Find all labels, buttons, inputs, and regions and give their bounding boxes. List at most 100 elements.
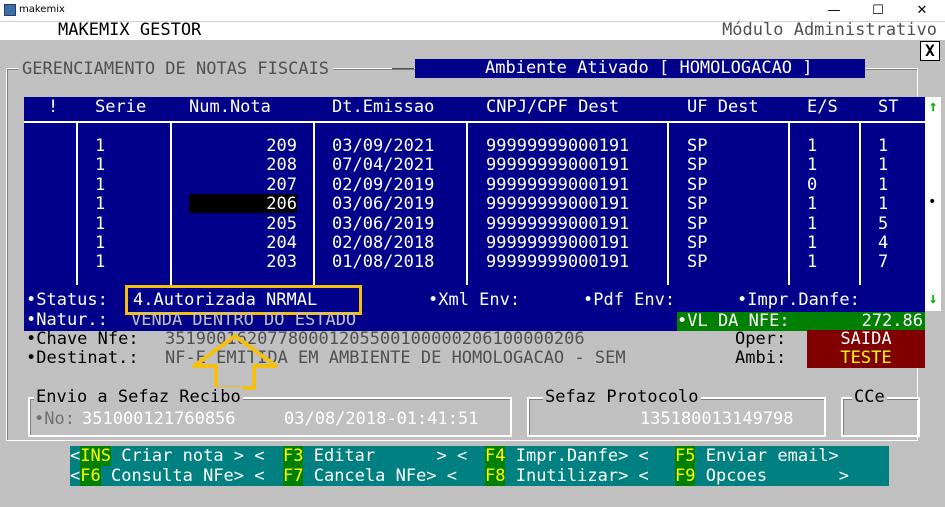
menu-item-f5[interactable]: F5 Enviar email> xyxy=(675,446,839,466)
cell-uf: SP xyxy=(687,174,708,195)
cell-num: 203 xyxy=(266,252,297,273)
cell-serie: 1 xyxy=(95,194,106,215)
natur-value: VENDA DENTRO DO ESTADO xyxy=(131,310,357,330)
envio-no-value[interactable]: 351000121760856 xyxy=(82,409,236,429)
chave-label: •Chave Nfe: xyxy=(26,329,139,349)
menu-item-label: Enviar email> xyxy=(695,446,839,466)
cell-st: 1 xyxy=(878,155,889,176)
table-scrollbar[interactable]: ↑ • ↓ xyxy=(925,97,941,311)
cell-st: 1 xyxy=(878,194,889,215)
menu-item-f9[interactable]: F9 Opcoes > xyxy=(675,466,849,486)
menu-item-f6[interactable]: <F6 Consulta NFe> < xyxy=(70,466,265,486)
function-key: F5 xyxy=(675,446,696,466)
section-title: GERENCIAMENTO DE NOTAS FISCAIS xyxy=(18,59,334,79)
destinat-label: •Destinat.: xyxy=(26,348,139,368)
cell-num: 208 xyxy=(266,155,297,176)
function-key: F3 xyxy=(283,446,304,466)
cce-title: CCe xyxy=(852,387,887,407)
col-header-dt-emissao[interactable]: Dt.Emissao xyxy=(332,97,434,117)
function-key: F7 xyxy=(283,466,304,486)
col-divider xyxy=(170,121,172,285)
cell-num: 209 xyxy=(266,136,297,156)
menu-bracket: < xyxy=(70,446,81,466)
cell-uf: SP xyxy=(687,194,708,215)
cell-dt: 03/06/2019 xyxy=(332,213,435,234)
function-key: F9 xyxy=(675,466,696,486)
cell-serie: 1 xyxy=(95,174,106,195)
col-header-st[interactable]: ST xyxy=(878,97,898,117)
cell-cnpj: 99999999000191 xyxy=(486,252,630,273)
cell-num: 205 xyxy=(266,213,297,234)
col-header-serie[interactable]: Serie xyxy=(95,97,146,117)
menu-item-label: Cancela NFe> < xyxy=(303,466,458,486)
window-title: makemix xyxy=(19,4,65,15)
natur-label: •Natur.: xyxy=(26,310,108,330)
envio-datetime: 03/08/2018-01:41:51 xyxy=(284,409,479,429)
cell-num: 206 xyxy=(266,194,297,215)
scroll-up-icon[interactable]: ↑ xyxy=(925,97,941,115)
cell-serie: 1 xyxy=(95,233,106,253)
annotation-arrow-icon xyxy=(192,334,278,390)
col-divider xyxy=(788,121,790,285)
cell-dt: 01/08/2018 xyxy=(332,252,435,273)
ambi-label: Ambi: xyxy=(735,348,787,368)
cell-cnpj: 99999999000191 xyxy=(486,174,630,195)
menu-item-label: Impr.Danfe> < xyxy=(505,446,649,466)
cell-uf: SP xyxy=(687,213,708,234)
envio-sefaz-title: Envio a Sefaz Recibo xyxy=(34,387,243,407)
window-close-button[interactable]: ✕ xyxy=(900,0,944,22)
col-header-num-nota[interactable]: Num.Nota xyxy=(189,97,271,117)
cell-dt: 02/09/2019 xyxy=(332,174,435,195)
col-header-es[interactable]: E/S xyxy=(807,97,838,117)
menu-item-label: Consulta NFe> < xyxy=(100,466,265,486)
cell-uf: SP xyxy=(687,233,708,253)
function-key: INS xyxy=(80,446,111,466)
menu-item-label: Criar nota > < xyxy=(110,446,265,466)
impr-danfe-label: •Impr.Danfe: xyxy=(737,290,860,310)
window-titlebar: makemix — ☐ ✕ xyxy=(0,0,945,22)
cell-es: 1 xyxy=(807,252,818,273)
menu-bracket: < xyxy=(70,466,81,486)
cell-cnpj: 99999999000191 xyxy=(486,136,630,156)
col-header-flag: ! xyxy=(48,97,59,117)
close-screen-button[interactable]: X xyxy=(920,41,940,61)
xml-env-label: •Xml Env: xyxy=(428,290,521,310)
cell-dt: 03/09/2021 xyxy=(332,136,435,156)
app-icon xyxy=(4,4,16,16)
menu-item-f8[interactable]: F8 Inutilizar> < xyxy=(485,466,649,486)
col-header-uf-dest[interactable]: UF Dest xyxy=(687,97,759,117)
col-header-cnpj[interactable]: CNPJ/CPF Dest xyxy=(486,97,619,117)
status-value: 4.Autorizada NRMAL xyxy=(133,290,318,310)
col-divider xyxy=(313,121,315,285)
col-divider xyxy=(859,121,861,285)
module-name: Módulo Administrativo xyxy=(722,20,937,40)
maximize-button[interactable]: ☐ xyxy=(856,0,900,22)
cell-es: 1 xyxy=(807,213,818,234)
scroll-thumb[interactable]: • xyxy=(928,195,938,209)
menu-item-f3[interactable]: F3 Editar > < xyxy=(283,446,467,466)
cell-st: 1 xyxy=(878,136,889,156)
cell-st: 7 xyxy=(878,252,889,273)
scroll-down-icon[interactable]: ↓ xyxy=(925,289,941,307)
cell-st: 5 xyxy=(878,213,889,234)
environment-banner: Ambiente Ativado [ HOMOLOGACAO ] xyxy=(415,59,865,78)
notes-table[interactable]: ! Serie Num.Nota Dt.Emissao CNPJ/CPF Des… xyxy=(24,97,925,285)
cell-uf: SP xyxy=(687,252,708,273)
cell-uf: SP xyxy=(687,155,708,176)
cell-es: 1 xyxy=(807,233,818,253)
minimize-button[interactable]: — xyxy=(812,0,856,22)
cell-serie: 1 xyxy=(95,136,106,156)
cell-cnpj: 99999999000191 xyxy=(486,213,630,234)
menu-item-f7[interactable]: F7 Cancela NFe> < xyxy=(283,466,457,486)
menu-item-f4[interactable]: F4 Impr.Danfe> < xyxy=(485,446,649,466)
col-divider xyxy=(466,121,468,285)
col-divider xyxy=(667,121,669,285)
cell-st: 1 xyxy=(878,174,889,195)
function-key: F6 xyxy=(80,466,101,486)
protocolo-value[interactable]: 135180013149798 xyxy=(640,409,794,429)
status-label: •Status: xyxy=(26,290,108,310)
app-name: MAKEMIX GESTOR xyxy=(58,20,202,40)
menu-item-ins[interactable]: <INS Criar nota > < xyxy=(70,446,265,466)
cell-cnpj: 99999999000191 xyxy=(486,233,630,253)
cell-serie: 1 xyxy=(95,155,106,176)
